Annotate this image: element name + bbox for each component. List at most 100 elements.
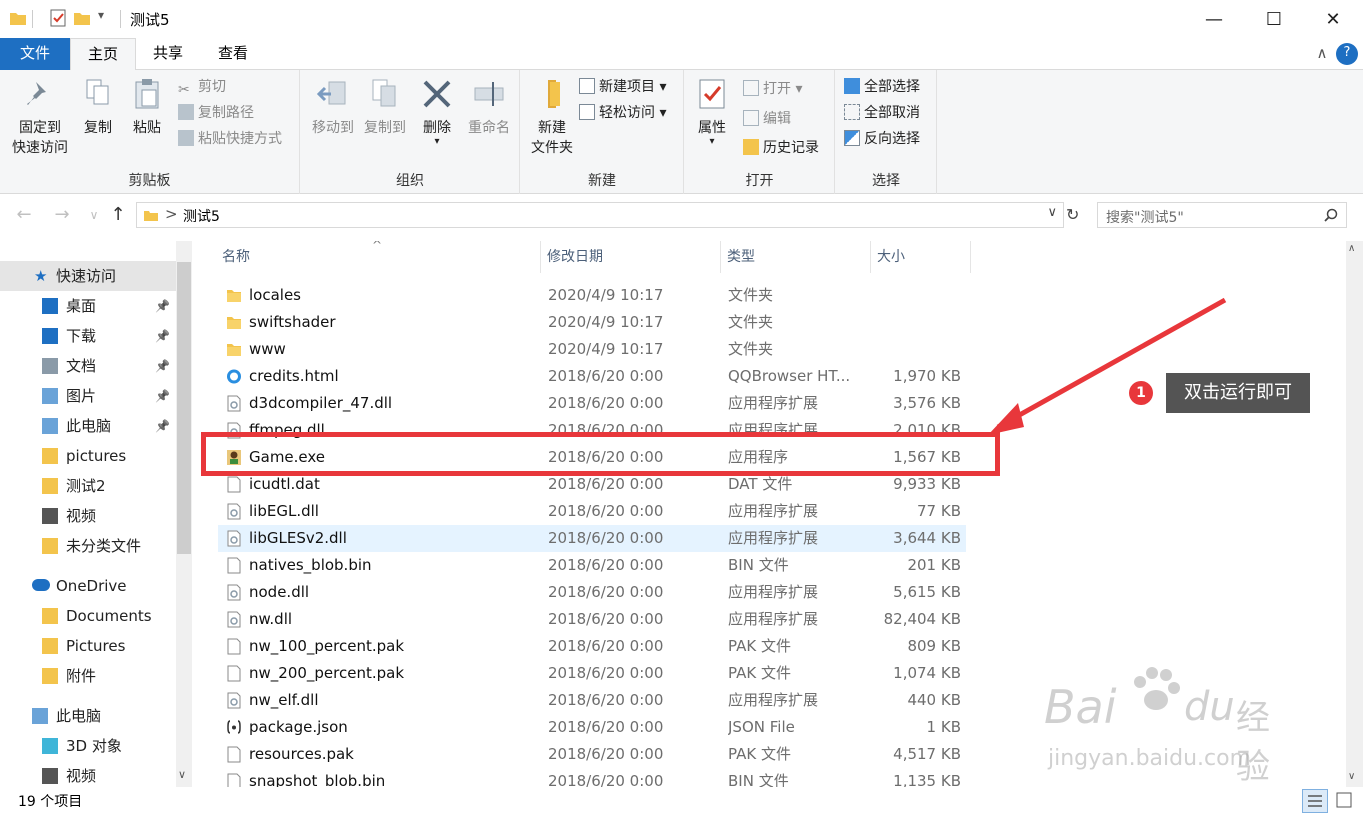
file-size: 82,404 KB <box>883 610 961 628</box>
sidebar-item[interactable]: pictures <box>0 441 176 471</box>
select-all-button[interactable]: 全部选择 <box>844 76 920 98</box>
video-icon <box>42 508 58 524</box>
history-button[interactable]: 历史记录 <box>743 137 819 159</box>
sidebar-item[interactable]: Pictures <box>0 631 176 661</box>
properties-icon[interactable] <box>48 8 68 28</box>
copy-path-button[interactable]: 复制路径 <box>178 102 254 124</box>
details-view-button[interactable] <box>1302 789 1328 813</box>
file-list-scrollbar[interactable]: ∧ ∨ <box>1346 241 1363 787</box>
copy-button[interactable]: 复制 <box>78 76 118 138</box>
column-header-name[interactable]: 名称 ^ <box>216 241 541 273</box>
file-icon <box>227 665 241 682</box>
open-button[interactable]: 打开 ▾ <box>743 78 802 100</box>
window-title: 测试5 <box>130 11 170 29</box>
open-group: 属性 ▾ 打开 ▾ 编辑 历史记录 打开 <box>685 70 835 194</box>
edit-button[interactable]: 编辑 <box>743 108 791 130</box>
sidebar-item[interactable]: 未分类文件 <box>0 531 176 561</box>
maximize-button[interactable]: ☐ <box>1244 0 1304 38</box>
breadcrumb-separator: > <box>165 205 178 223</box>
file-row[interactable]: locales 2020/4/9 10:17 文件夹 <box>218 282 966 309</box>
forward-button[interactable]: → <box>50 203 74 227</box>
column-header-date[interactable]: 修改日期 <box>541 241 721 273</box>
address-dropdown-icon[interactable]: ∨ <box>1047 205 1057 220</box>
file-row[interactable]: nw_elf.dll 2018/6/20 0:00 应用程序扩展 440 KB <box>218 687 966 714</box>
rename-button[interactable]: 重命名 <box>461 76 517 138</box>
easy-access-button[interactable]: 轻松访问 ▾ <box>579 102 666 124</box>
cut-button[interactable]: ✂ 剪切 <box>178 76 226 98</box>
column-header-type[interactable]: 类型 <box>721 241 871 273</box>
nav-onedrive[interactable]: OneDrive <box>0 571 176 601</box>
refresh-icon[interactable]: ↻ <box>1066 202 1086 228</box>
file-row[interactable]: libEGL.dll 2018/6/20 0:00 应用程序扩展 77 KB <box>218 498 966 525</box>
breadcrumb-current[interactable]: 测试5 <box>183 206 220 226</box>
sidebar-item[interactable]: 测试2 <box>0 471 176 501</box>
help-button[interactable]: ? <box>1336 43 1358 65</box>
delete-button[interactable]: 删除 ▾ <box>417 76 457 147</box>
search-input[interactable]: 搜索"测试5" <box>1097 202 1347 228</box>
file-row[interactable]: credits.html 2018/6/20 0:00 QQBrowser HT..… <box>218 363 966 390</box>
nav-scroll-down-icon[interactable]: ∨ <box>178 768 186 781</box>
folder-icon <box>42 608 58 624</box>
sidebar-item[interactable]: 附件 <box>0 661 176 691</box>
paste-shortcut-button[interactable]: 粘贴快捷方式 <box>178 128 282 150</box>
nav-quick-access[interactable]: ★ 快速访问 <box>0 261 176 291</box>
file-row[interactable]: nw_200_percent.pak 2018/6/20 0:00 PAK 文件 1,… <box>218 660 966 687</box>
tab-file[interactable]: 文件 <box>0 38 70 70</box>
file-row[interactable]: package.json 2018/6/20 0:00 JSON File 1 KB <box>218 714 966 741</box>
file-row[interactable]: d3dcompiler_47.dll 2018/6/20 0:00 应用程序扩展 3,… <box>218 390 966 417</box>
file-type: 应用程序扩展 <box>728 610 819 628</box>
file-row[interactable]: node.dll 2018/6/20 0:00 应用程序扩展 5,615 KB <box>218 579 966 606</box>
nav-scrollbar-thumb[interactable] <box>177 262 191 554</box>
search-placeholder: 搜索"测试5" <box>1106 210 1184 226</box>
tab-share[interactable]: 共享 <box>136 38 200 70</box>
sidebar-item[interactable]: 下载 📌 <box>0 321 176 351</box>
tab-home[interactable]: 主页 <box>70 38 136 71</box>
sidebar-item[interactable]: 桌面 📌 <box>0 291 176 321</box>
back-button[interactable]: ← <box>12 203 36 227</box>
sidebar-item-label: 未分类文件 <box>66 537 142 555</box>
address-bar[interactable]: > 测试5 ∨ <box>136 202 1064 228</box>
new-folder-button[interactable]: 新建 文件夹 <box>525 76 579 158</box>
minimize-button[interactable]: — <box>1184 0 1244 38</box>
select-none-button[interactable]: 全部取消 <box>844 102 920 124</box>
sidebar-item[interactable]: 3D 对象 <box>0 731 176 761</box>
file-row[interactable]: swiftshader 2020/4/9 10:17 文件夹 <box>218 309 966 336</box>
scroll-down-icon[interactable]: ∨ <box>1348 771 1355 782</box>
file-row[interactable]: nw.dll 2018/6/20 0:00 应用程序扩展 82,404 KB <box>218 606 966 633</box>
sidebar-item[interactable]: 文档 📌 <box>0 351 176 381</box>
file-row[interactable]: snapshot_blob.bin 2018/6/20 0:00 BIN 文件 1,1… <box>218 768 966 787</box>
new-folder-quick-icon[interactable] <box>72 8 92 28</box>
sidebar-item[interactable]: 图片 📌 <box>0 381 176 411</box>
properties-button[interactable]: 属性 ▾ <box>689 76 735 147</box>
sidebar-item[interactable]: 此电脑 📌 <box>0 411 176 441</box>
pin-icon: 📌 <box>155 389 170 403</box>
up-button[interactable]: ↑ <box>106 203 130 227</box>
new-item-button[interactable]: 新建项目 ▾ <box>579 76 666 98</box>
file-row[interactable]: nw_100_percent.pak 2018/6/20 0:00 PAK 文件 80… <box>218 633 966 660</box>
paste-button[interactable]: 粘贴 <box>126 76 168 138</box>
column-header-size[interactable]: 大小 <box>871 241 971 273</box>
move-to-button[interactable]: 移动到 <box>305 76 361 138</box>
scroll-up-icon[interactable]: ∧ <box>1348 243 1355 254</box>
recent-locations-button[interactable]: ∨ <box>82 203 106 227</box>
delete-label: 删除 <box>423 120 451 136</box>
file-row[interactable]: libGLESv2.dll 2018/6/20 0:00 应用程序扩展 3,644 K… <box>218 525 966 552</box>
file-row[interactable]: resources.pak 2018/6/20 0:00 PAK 文件 4,517 K… <box>218 741 966 768</box>
collapse-ribbon-button[interactable]: ∧ <box>1310 38 1334 70</box>
nav-this-pc[interactable]: 此电脑 <box>0 701 176 731</box>
close-button[interactable]: ✕ <box>1303 0 1363 38</box>
file-row[interactable]: www 2020/4/9 10:17 文件夹 <box>218 336 966 363</box>
3d-objects-icon <box>42 738 58 754</box>
pin-quick-access-button[interactable]: 固定到 快速访问 <box>6 76 74 158</box>
pin-label-line2: 快速访问 <box>12 140 68 156</box>
large-icons-view-button[interactable] <box>1332 789 1358 813</box>
customize-qat-icon[interactable]: ▾ <box>98 8 104 22</box>
invert-selection-button[interactable]: 反向选择 <box>844 128 920 150</box>
sidebar-item-label: 视频 <box>66 507 97 525</box>
sidebar-item-label: Pictures <box>66 637 126 655</box>
sidebar-item[interactable]: 视频 <box>0 501 176 531</box>
sidebar-item[interactable]: Documents <box>0 601 176 631</box>
tab-view[interactable]: 查看 <box>200 38 266 70</box>
copy-to-button[interactable]: 复制到 <box>357 76 413 138</box>
file-row[interactable]: natives_blob.bin 2018/6/20 0:00 BIN 文件 201 … <box>218 552 966 579</box>
